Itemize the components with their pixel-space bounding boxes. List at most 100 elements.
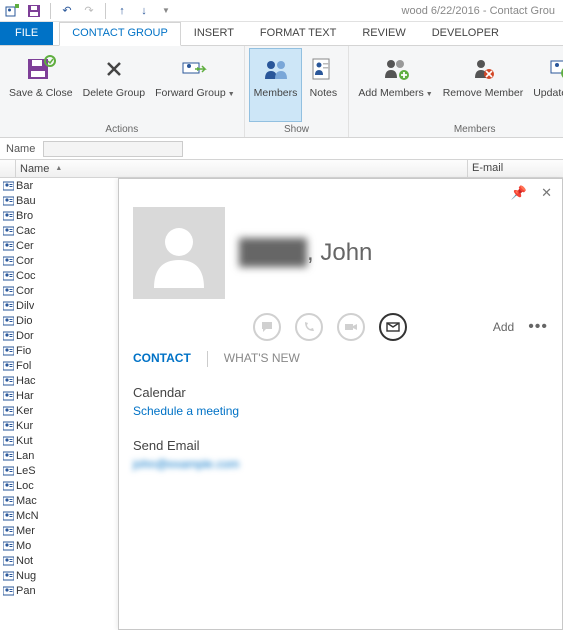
close-icon[interactable]: ✕	[541, 185, 552, 201]
contact-icon	[0, 436, 16, 446]
table-row[interactable]: Bar	[0, 178, 118, 193]
phone-icon[interactable]	[295, 313, 323, 341]
undo-icon[interactable]: ↶	[59, 3, 75, 19]
contact-name-cell: Cac	[16, 225, 36, 237]
contact-name-cell: Lan	[16, 450, 34, 462]
section-header: Send Email	[133, 438, 548, 453]
redo-icon[interactable]: ↷	[81, 3, 97, 19]
im-icon[interactable]	[253, 313, 281, 341]
table-row[interactable]: Bro	[0, 208, 118, 223]
table-row[interactable]: Mer	[0, 523, 118, 538]
calendar-section: Calendar Schedule a meeting	[119, 375, 562, 428]
add-members-button[interactable]: Add Members▼	[353, 48, 437, 122]
tab-format-text[interactable]: FORMAT TEXT	[247, 22, 349, 45]
contact-icon	[0, 271, 16, 281]
table-row[interactable]: Coc	[0, 268, 118, 283]
prev-icon[interactable]: ↑	[114, 3, 130, 19]
table-row[interactable]: Cor	[0, 253, 118, 268]
table-row[interactable]: Kut	[0, 433, 118, 448]
tab-contact[interactable]: CONTACT	[133, 351, 191, 367]
table-row[interactable]: McN	[0, 508, 118, 523]
notes-button[interactable]: Notes	[302, 48, 344, 122]
email-column-header[interactable]: E-mail	[468, 160, 563, 177]
table-row[interactable]: Nug	[0, 568, 118, 583]
contact-name-cell: Dor	[16, 330, 34, 342]
table-row[interactable]: Bau	[0, 193, 118, 208]
contact-icon	[0, 406, 16, 416]
next-icon[interactable]: ↓	[136, 3, 152, 19]
name-field[interactable]	[43, 141, 183, 157]
contact-name-cell: Cor	[16, 285, 34, 297]
table-row[interactable]: LeS	[0, 463, 118, 478]
contact-icon	[0, 211, 16, 221]
email-section: Send Email john@example.com	[119, 428, 562, 481]
table-row[interactable]: Ker	[0, 403, 118, 418]
table-row[interactable]: Dor	[0, 328, 118, 343]
name-column-header[interactable]: Name▲	[16, 160, 468, 177]
table-row[interactable]: Mo	[0, 538, 118, 553]
table-row[interactable]: Cer	[0, 238, 118, 253]
contact-icon	[0, 526, 16, 536]
quick-access-toolbar: ↶ ↷ ↑ ↓ ▼ wood 6/22/2016 - Contact Grou	[0, 0, 563, 22]
contact-name-cell: Kut	[16, 435, 33, 447]
save-icon[interactable]	[26, 3, 42, 19]
contact-icon	[0, 196, 16, 206]
table-row[interactable]: Pan	[0, 583, 118, 598]
tab-review[interactable]: REVIEW	[349, 22, 418, 45]
icon-column-header[interactable]	[0, 160, 16, 177]
table-row[interactable]: Har	[0, 388, 118, 403]
delete-group-button[interactable]: Delete Group	[78, 48, 150, 122]
chevron-down-icon: ▼	[426, 91, 433, 98]
contact-name-cell: Fol	[16, 360, 31, 372]
table-row[interactable]: Fol	[0, 358, 118, 373]
pane-tabs: CONTACT WHAT'S NEW	[119, 351, 562, 375]
table-row[interactable]: Loc	[0, 478, 118, 493]
contact-name-cell: Hac	[16, 375, 36, 387]
separator	[50, 3, 51, 19]
save-close-button[interactable]: Save & Close	[4, 48, 78, 122]
contact-name-cell: Mer	[16, 525, 35, 537]
video-icon[interactable]	[337, 313, 365, 341]
tab-contact-group[interactable]: CONTACT GROUP	[59, 22, 181, 46]
remove-member-button[interactable]: Remove Member	[438, 48, 529, 122]
pin-icon[interactable]: 📌	[511, 185, 527, 201]
separator	[105, 3, 106, 19]
tab-whats-new[interactable]: WHAT'S NEW	[207, 351, 300, 367]
more-icon[interactable]: •••	[528, 318, 548, 336]
contact-name-cell: Pan	[16, 585, 36, 597]
members-button[interactable]: Members	[249, 48, 303, 122]
table-row[interactable]: Fio	[0, 343, 118, 358]
qat-dropdown-icon[interactable]: ▼	[158, 3, 174, 19]
table-row[interactable]: Hac	[0, 373, 118, 388]
contact-name-cell: Kur	[16, 420, 33, 432]
ribbon-tabs: FILE CONTACT GROUP INSERT FORMAT TEXT RE…	[0, 22, 563, 46]
table-row[interactable]: Cac	[0, 223, 118, 238]
group-members: Add Members▼ Remove Member Update Now Me…	[349, 46, 563, 137]
contact-icon	[0, 331, 16, 341]
group-label: Members	[353, 122, 563, 137]
table-row[interactable]: Lan	[0, 448, 118, 463]
contact-icon	[0, 481, 16, 491]
contact-name-cell: Cor	[16, 255, 34, 267]
new-contact-icon[interactable]	[4, 3, 20, 19]
contact-icon	[0, 391, 16, 401]
email-icon[interactable]	[379, 313, 407, 341]
email-address-link[interactable]: john@example.com	[133, 457, 548, 471]
table-row[interactable]: Kur	[0, 418, 118, 433]
tab-developer[interactable]: DEVELOPER	[419, 22, 512, 45]
table-row[interactable]: Dio	[0, 313, 118, 328]
add-link[interactable]: Add	[493, 320, 514, 334]
table-row[interactable]: Cor	[0, 283, 118, 298]
update-now-button[interactable]: Update Now	[528, 48, 563, 122]
group-label: Show	[249, 122, 345, 137]
table-row[interactable]: Mac	[0, 493, 118, 508]
table-row[interactable]: Not	[0, 553, 118, 568]
table-row[interactable]: Dilv	[0, 298, 118, 313]
tab-insert[interactable]: INSERT	[181, 22, 247, 45]
schedule-meeting-link[interactable]: Schedule a meeting	[133, 404, 548, 418]
forward-group-button[interactable]: Forward Group▼	[150, 48, 240, 122]
tab-file[interactable]: FILE	[0, 22, 53, 45]
contact-icon	[0, 361, 16, 371]
contact-icon	[0, 256, 16, 266]
contact-icon	[0, 286, 16, 296]
